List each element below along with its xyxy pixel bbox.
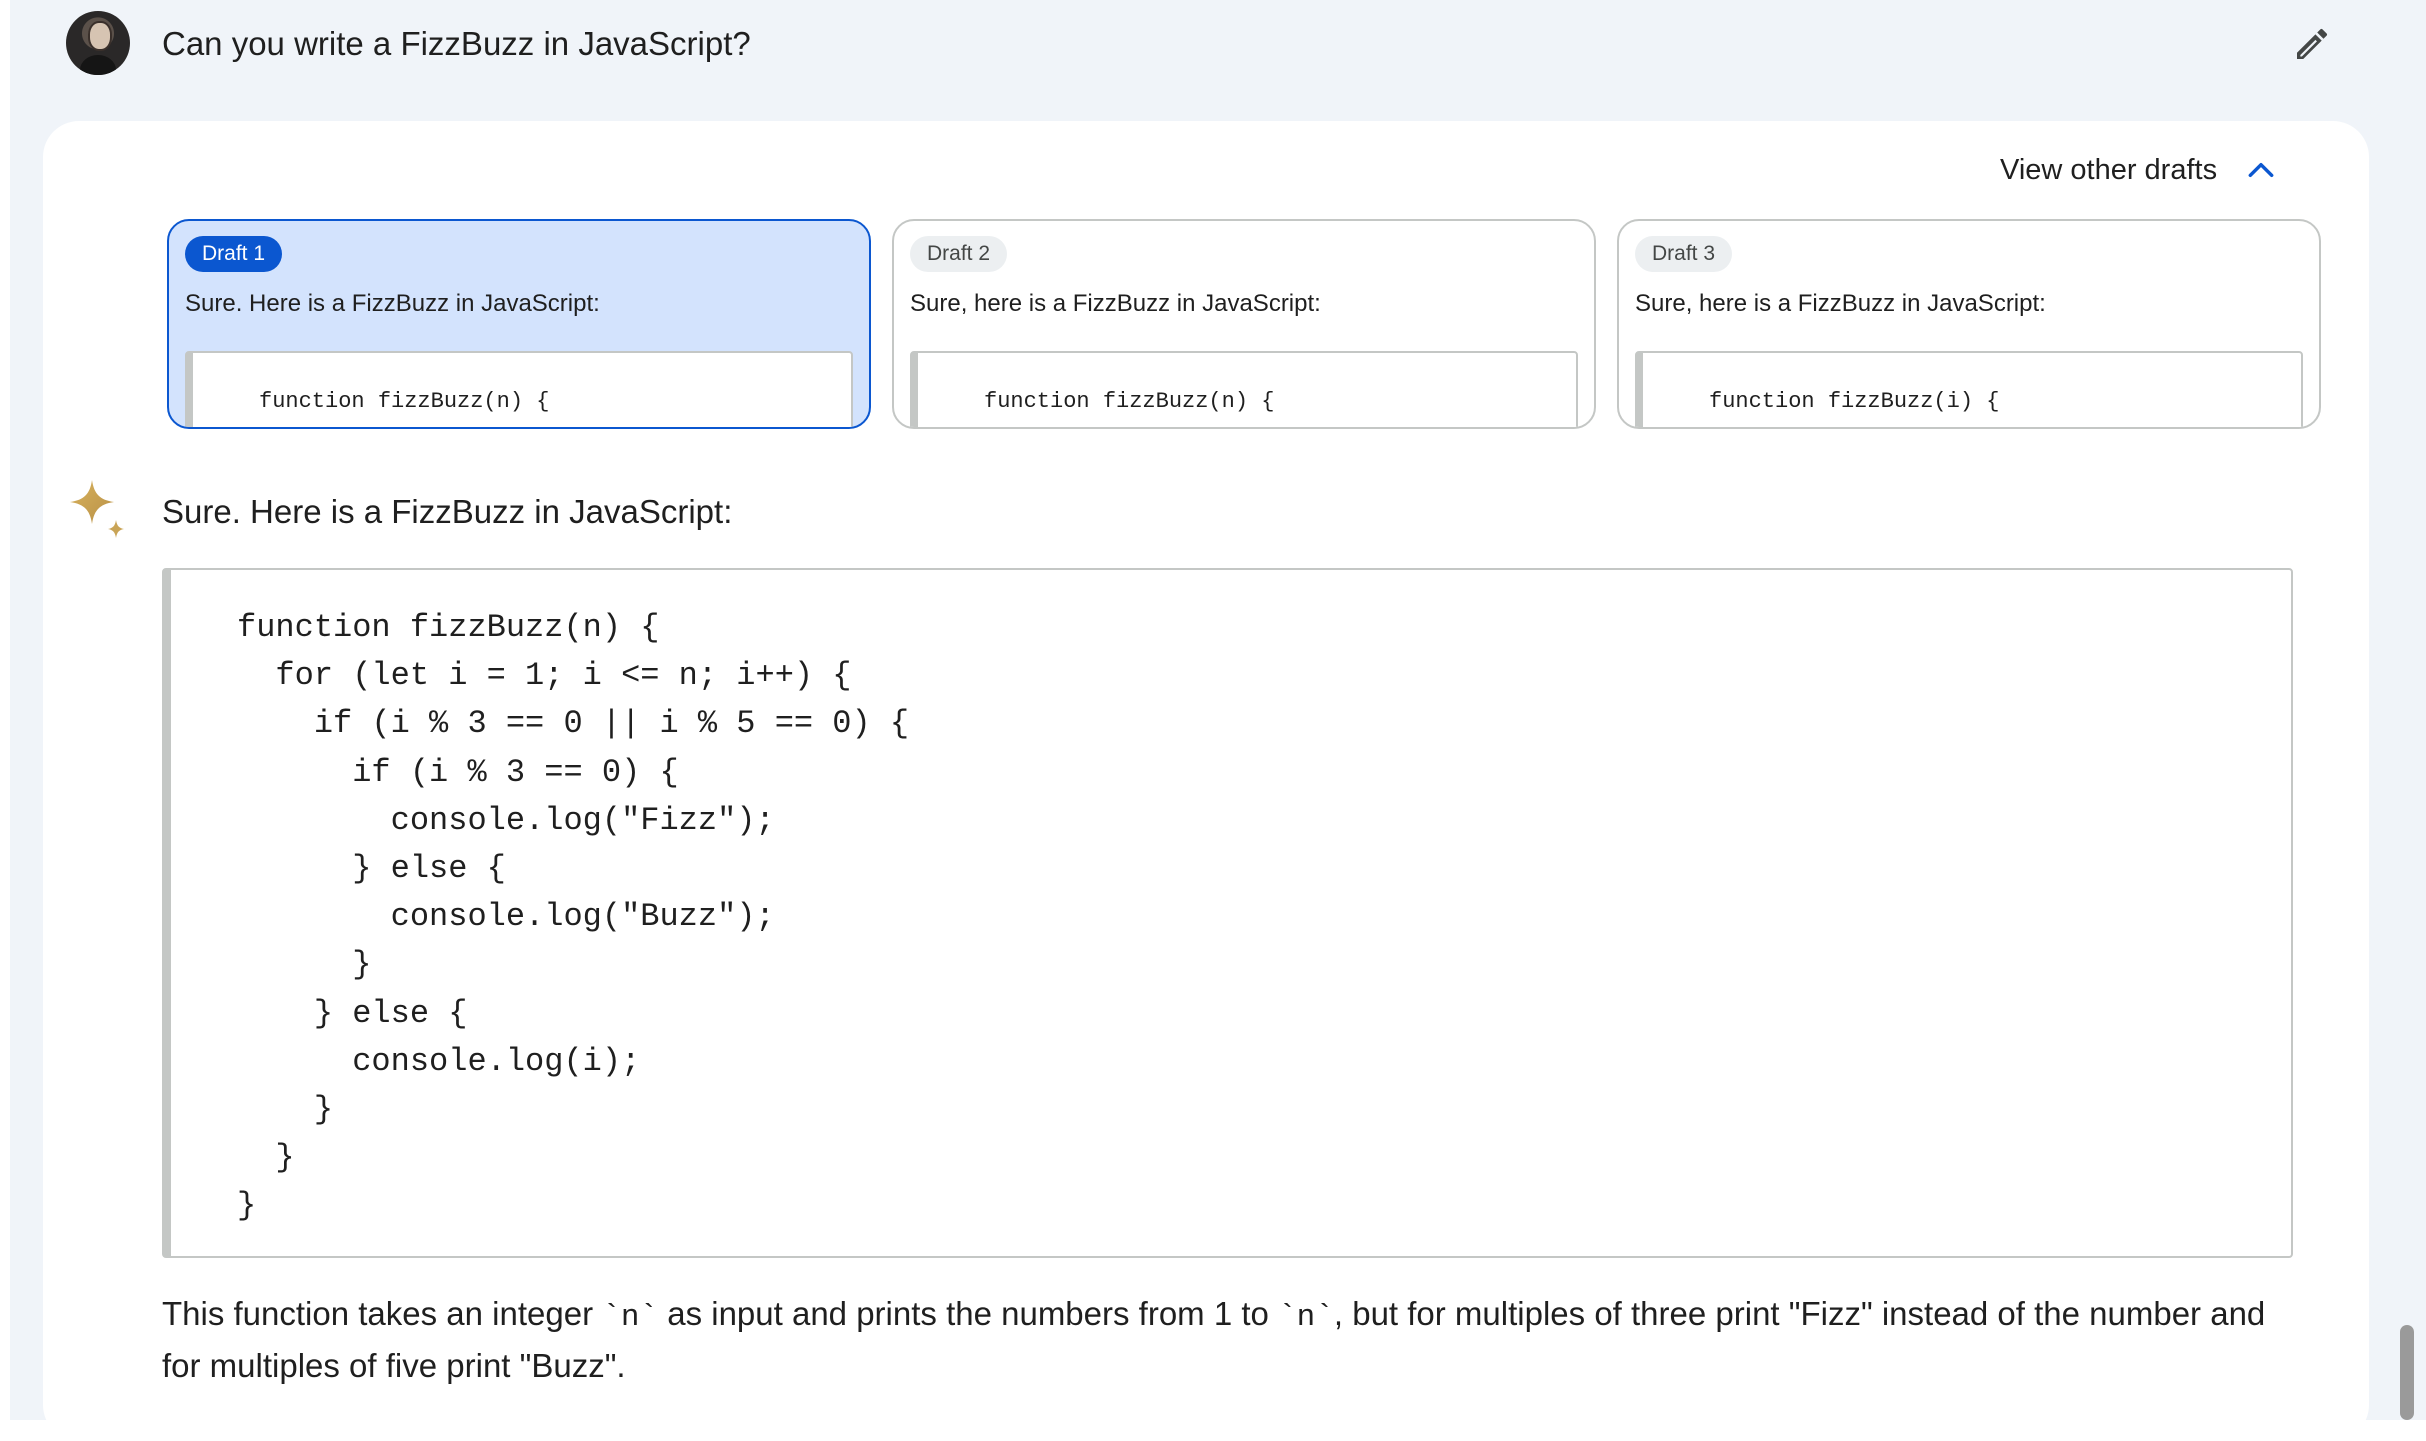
draft-1-code-preview: function fizzBuzz(n) { (185, 351, 853, 427)
explanation-part-2: as input and prints the numbers from 1 t… (658, 1295, 1279, 1332)
draft-3-card[interactable]: Draft 3 Sure, here is a FizzBuzz in Java… (1617, 219, 2321, 429)
draft-3-code-preview: function fizzBuzz(i) { (1635, 351, 2303, 427)
explanation-part-1: This function takes an integer (162, 1295, 603, 1332)
draft-2-text: Sure, here is a FizzBuzz in JavaScript: (910, 290, 1321, 317)
inline-code-n: `n` (602, 1300, 659, 1335)
draft-1-badge: Draft 1 (185, 236, 283, 272)
response-explanation: This function takes an integer `n` as in… (162, 1290, 2302, 1390)
code-line: console.log("Buzz"); (237, 898, 775, 936)
code-line: } else { (237, 849, 506, 887)
code-line: } (237, 1139, 295, 1177)
edit-prompt-button[interactable] (2282, 14, 2342, 74)
chevron-up-icon (2248, 162, 2274, 178)
draft-1-card[interactable]: Draft 1 Sure. Here is a FizzBuzz in Java… (167, 219, 871, 429)
user-prompt: Can you write a FizzBuzz in JavaScript? (162, 25, 751, 62)
pencil-icon (2297, 28, 2328, 59)
code-line: } (237, 946, 372, 984)
scrollbar-thumb[interactable] (2400, 1325, 2414, 1420)
view-other-drafts-label: View other drafts (2000, 153, 2218, 186)
code-line: for (let i = 1; i <= n; i++) { (237, 657, 852, 695)
code-line: if (i % 3 == 0 || i % 5 == 0) { (237, 705, 910, 743)
response-intro: Sure. Here is a FizzBuzz in JavaScript: (162, 493, 733, 530)
code-line: } (237, 1090, 334, 1128)
sparkle-icon (70, 480, 124, 538)
draft-3-badge: Draft 3 (1635, 236, 1733, 272)
code-block: function fizzBuzz(n) { for (let i = 1; i… (162, 568, 2293, 1258)
draft-2-card[interactable]: Draft 2 Sure, here is a FizzBuzz in Java… (892, 219, 1596, 429)
user-avatar (66, 11, 130, 75)
code-line: console.log(i); (237, 1042, 641, 1080)
code-line: } (237, 1187, 257, 1225)
code-line: function fizzBuzz(n) { (237, 609, 660, 646)
draft-1-text: Sure. Here is a FizzBuzz in JavaScript: (185, 290, 600, 317)
draft-2-code-preview: function fizzBuzz(n) { (910, 351, 1578, 427)
draft-2-badge: Draft 2 (910, 236, 1008, 272)
code-line: console.log("Fizz"); (237, 801, 775, 839)
view-other-drafts-button[interactable]: View other drafts (2000, 148, 2277, 192)
code-line: } else { (237, 994, 468, 1032)
inline-code-n: `n` (1278, 1300, 1334, 1335)
code-line: if (i % 3 == 0) { (237, 753, 679, 791)
draft-3-text: Sure, here is a FizzBuzz in JavaScript: (1635, 290, 2046, 317)
